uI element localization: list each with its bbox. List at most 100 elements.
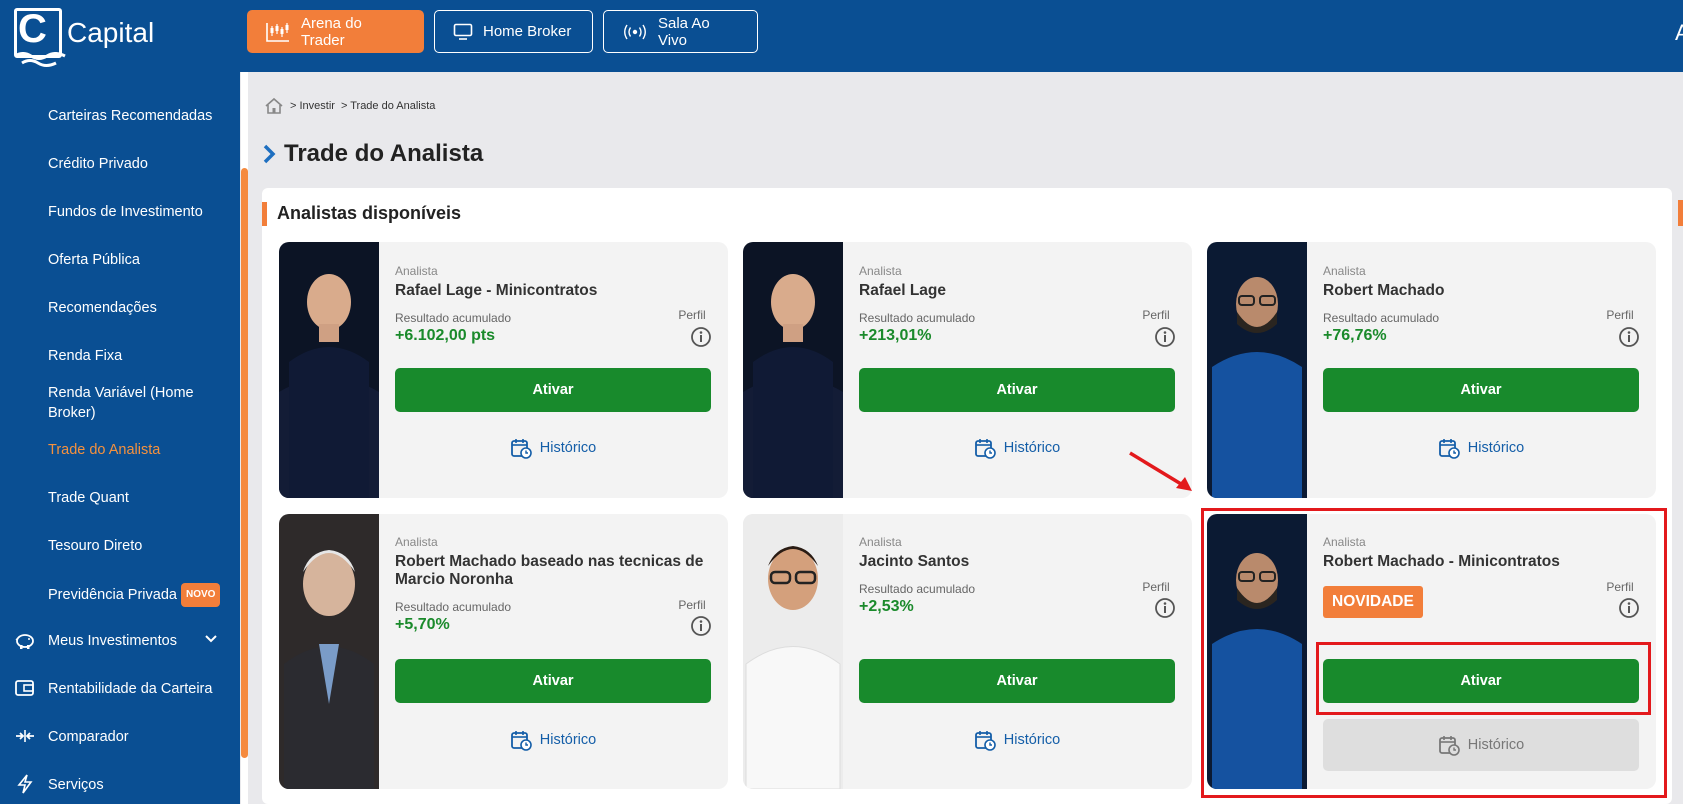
- calendar-clock-icon: [510, 731, 532, 751]
- history-button[interactable]: Histórico: [1323, 422, 1639, 474]
- sidebar: Carteiras Recomendadas Crédito Privado F…: [0, 72, 240, 804]
- activate-label: Ativar: [532, 382, 574, 398]
- profile-label: Perfil: [678, 598, 706, 612]
- calendar-clock-icon: [1438, 439, 1460, 459]
- info-icon[interactable]: [690, 326, 712, 348]
- activate-button[interactable]: Ativar: [395, 368, 711, 412]
- analyst-photo: [1207, 242, 1307, 498]
- info-icon[interactable]: [690, 615, 712, 637]
- analyst-label: Analista: [395, 264, 438, 278]
- topnav-arena-do-trader[interactable]: Arena do Trader: [247, 10, 424, 53]
- calendar-clock-icon: [974, 439, 996, 459]
- history-label: Histórico: [1003, 440, 1061, 456]
- brand-logo[interactable]: C Capital: [12, 6, 172, 74]
- sidebar-item-renda-variavel[interactable]: Renda Variável (Home Broker): [48, 383, 218, 423]
- sidebar-section-rentabilidade[interactable]: Rentabilidade da Carteira: [48, 679, 228, 699]
- result-value: +2,53%: [859, 598, 914, 615]
- history-label: Histórico: [539, 732, 597, 748]
- analyst-photo: [743, 514, 843, 789]
- topnav-home-broker[interactable]: Home Broker: [434, 10, 593, 53]
- profile-label: Perfil: [1606, 308, 1634, 322]
- info-icon[interactable]: [1154, 597, 1176, 619]
- analyst-card: Analista Jacinto Santos Resultado acumul…: [743, 514, 1192, 789]
- result-value: +213,01%: [859, 327, 932, 344]
- analyst-name: Robert Machado baseado nas tecnicas de M…: [395, 553, 704, 588]
- analyst-label: Analista: [395, 535, 438, 549]
- sidebar-item-credito-privado[interactable]: Crédito Privado: [48, 154, 228, 174]
- analyst-name: Jacinto Santos: [859, 553, 970, 570]
- calendar-clock-icon: [974, 731, 996, 751]
- analyst-name: Rafael Lage: [859, 282, 947, 299]
- analyst-photo: [279, 514, 379, 789]
- logo-letter: C: [18, 7, 47, 51]
- page-title-row: Trade do Analista: [262, 140, 483, 168]
- chevron-right-icon: [263, 144, 276, 164]
- brand-name: Capital: [67, 17, 155, 48]
- activate-button[interactable]: Ativar: [1323, 368, 1639, 412]
- result-label: Resultado acumulado: [395, 311, 512, 325]
- profile-label: Perfil: [1142, 580, 1170, 594]
- topnav-label: Sala Ao Vivo: [658, 14, 710, 49]
- profile-label: Perfil: [678, 308, 706, 322]
- history-label: Histórico: [1003, 732, 1061, 748]
- history-button[interactable]: Histórico: [395, 422, 711, 474]
- topnav-sala-ao-vivo[interactable]: Sala Ao Vivo: [603, 10, 758, 53]
- info-icon[interactable]: [1154, 326, 1176, 348]
- wallet-icon: [15, 680, 34, 696]
- user-menu-fragment[interactable]: A: [1675, 20, 1683, 46]
- sidebar-section-servicos[interactable]: Serviços: [48, 775, 228, 795]
- sidebar-section-meus-investimentos[interactable]: Meus Investimentos: [48, 631, 228, 651]
- result-value: +76,76%: [1323, 327, 1387, 344]
- info-icon[interactable]: [1618, 326, 1640, 348]
- top-bar: C Capital Arena do Trader Home Broker Sa…: [0, 0, 1683, 74]
- activate-label: Ativar: [1460, 382, 1502, 398]
- breadcrumb: > Investir > Trade do Analista: [264, 96, 435, 116]
- profile-label: Perfil: [1142, 308, 1170, 322]
- chevron-down-icon[interactable]: [204, 634, 218, 644]
- broadcast-icon: [624, 24, 646, 39]
- sidebar-item-fundos[interactable]: Fundos de Investimento: [48, 202, 228, 222]
- sidebar-item-recomendacoes[interactable]: Recomendações: [48, 298, 228, 318]
- home-icon[interactable]: [264, 97, 284, 115]
- result-value: +5,70%: [395, 616, 450, 633]
- piggy-bank-icon: [15, 634, 34, 649]
- topnav-label: Arena do Trader: [301, 14, 362, 49]
- activate-label: Ativar: [996, 673, 1038, 689]
- new-badge: NOVO: [180, 583, 221, 607]
- analyst-photo: [279, 242, 379, 498]
- sidebar-item-carteiras-recomendadas[interactable]: Carteiras Recomendadas: [48, 106, 228, 126]
- activate-label: Ativar: [532, 673, 574, 689]
- sidebar-item-tesouro-direto[interactable]: Tesouro Direto: [48, 536, 228, 556]
- breadcrumb-investir[interactable]: > Investir: [290, 100, 335, 112]
- result-label: Resultado acumulado: [395, 600, 512, 614]
- result-value: +6.102,00 pts: [395, 327, 496, 344]
- analyst-card: Analista Robert Machado baseado nas tecn…: [279, 514, 728, 789]
- annotation-arrow-icon: [1129, 451, 1192, 491]
- history-label: Histórico: [1467, 440, 1525, 456]
- logo-waves-icon: [14, 52, 66, 67]
- topnav-label: Home Broker: [483, 23, 572, 40]
- activate-button[interactable]: Ativar: [395, 659, 711, 703]
- activate-button[interactable]: Ativar: [859, 368, 1175, 412]
- highlight-box-activate: [1316, 642, 1651, 715]
- result-label: Resultado acumulado: [859, 582, 976, 596]
- analyst-photo: [743, 242, 843, 498]
- history-button[interactable]: Histórico: [859, 714, 1175, 766]
- sidebar-section-comparador[interactable]: Comparador: [48, 727, 228, 747]
- analyst-label: Analista: [859, 264, 902, 278]
- compare-arrows-icon: [16, 730, 34, 742]
- sidebar-item-trade-quant[interactable]: Trade Quant: [48, 488, 228, 508]
- sidebar-item-renda-fixa[interactable]: Renda Fixa: [48, 346, 228, 366]
- sidebar-item-trade-do-analista[interactable]: Trade do Analista: [48, 440, 228, 460]
- chart-candles-icon: [266, 22, 289, 42]
- analyst-card: Analista Rafael Lage Resultado acumulado…: [743, 242, 1192, 498]
- history-button[interactable]: Histórico: [395, 714, 711, 766]
- page-title: Trade do Analista: [284, 140, 484, 167]
- section-marker: [262, 202, 267, 226]
- analyst-card: Analista Robert Machado Resultado acumul…: [1207, 242, 1656, 498]
- analyst-name: Robert Machado: [1323, 282, 1445, 299]
- sidebar-scrollbar-thumb[interactable]: [241, 168, 248, 758]
- sidebar-item-previdencia-privada[interactable]: Previdência Privada NOVO: [48, 583, 228, 607]
- sidebar-item-oferta-publica[interactable]: Oferta Pública: [48, 250, 228, 270]
- activate-button[interactable]: Ativar: [859, 659, 1175, 703]
